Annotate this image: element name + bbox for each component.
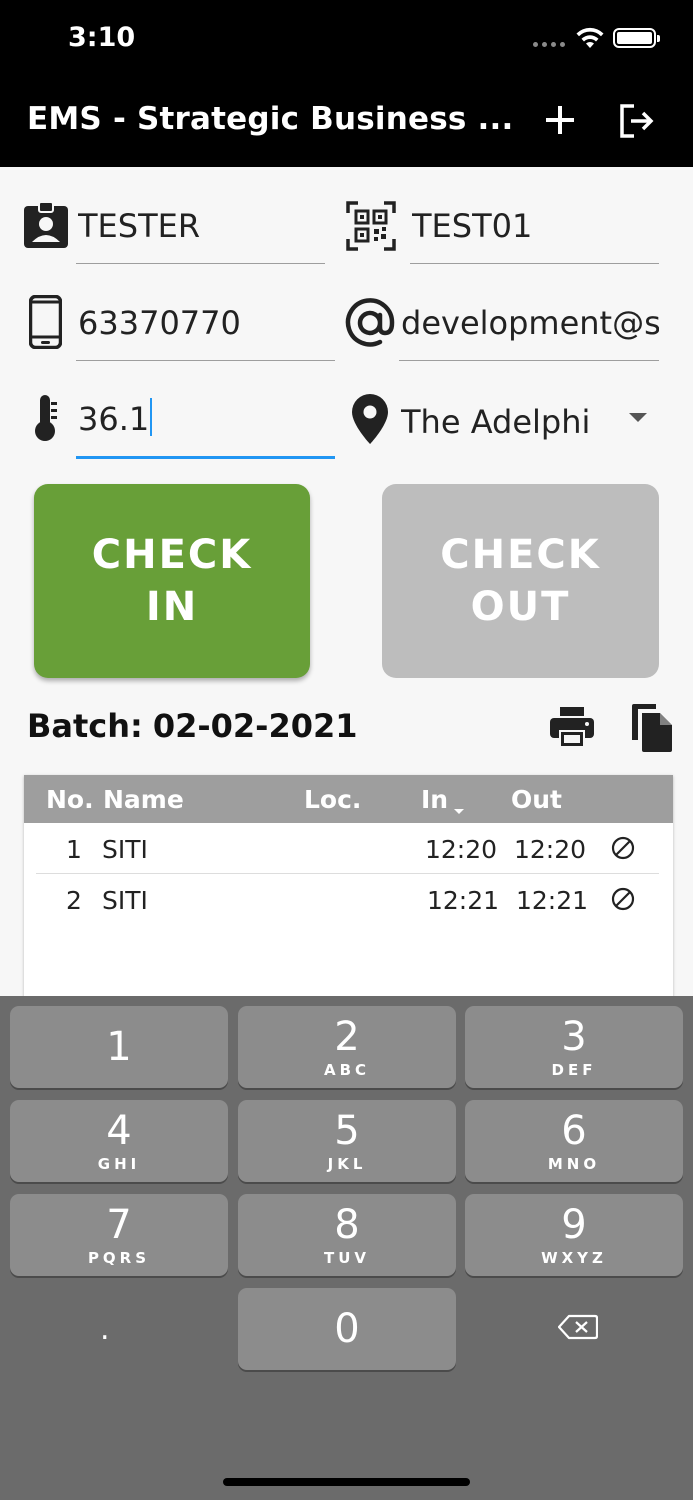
header-loc[interactable]: Loc.	[304, 785, 361, 814]
cellular-signal-icon	[533, 42, 565, 48]
sort-down-icon	[454, 809, 465, 814]
page-title: EMS - Strategic Business ...	[27, 101, 514, 137]
key-2[interactable]: 2 ABC	[238, 1006, 456, 1088]
key-6[interactable]: 6 MNO	[465, 1100, 683, 1182]
key-8[interactable]: 8 TUV	[238, 1194, 456, 1276]
chevron-down-icon[interactable]	[629, 413, 647, 422]
logout-icon[interactable]	[617, 101, 657, 141]
location-pin-icon	[352, 394, 388, 444]
copy-icon[interactable]	[630, 704, 672, 752]
header-no: No.	[46, 785, 94, 814]
home-indicator[interactable]	[223, 1478, 470, 1486]
name-field[interactable]: TESTER	[76, 204, 325, 264]
header-out[interactable]: Out	[511, 785, 562, 814]
key-1[interactable]: 1	[10, 1006, 228, 1088]
phone-field[interactable]: 63370770	[76, 301, 335, 361]
wifi-icon	[576, 27, 604, 48]
phone-icon	[29, 295, 62, 349]
header-name[interactable]: Name	[103, 785, 184, 814]
table-row[interactable]: 1 SITI 12:20 12:20	[24, 823, 673, 874]
location-dropdown[interactable]: The Adelphi	[399, 399, 659, 459]
status-time: 3:10	[68, 22, 136, 53]
screen: 3:10 EMS - Strategic Business ... TESTER	[0, 0, 693, 1500]
cancel-icon[interactable]	[611, 836, 635, 860]
id-field[interactable]: TEST01	[410, 204, 659, 264]
attendance-table: No. Name Loc. In Out 1 SITI 12:20 12:20 …	[24, 775, 673, 1000]
check-out-button[interactable]: CHECK OUT	[382, 484, 659, 678]
table-row[interactable]: 2 SITI 12:21 12:21	[24, 874, 673, 925]
header-in[interactable]: In	[421, 785, 465, 814]
temperature-value: 36.1	[78, 400, 150, 438]
key-7[interactable]: 7 PQRS	[10, 1194, 228, 1276]
email-field[interactable]: development@st	[399, 301, 659, 361]
key-9[interactable]: 9 WXYZ	[465, 1194, 683, 1276]
batch-label: Batch: 02-02-2021	[27, 707, 358, 745]
badge-icon	[24, 202, 68, 248]
thermometer-icon	[35, 395, 57, 441]
key-4[interactable]: 4 GHI	[10, 1100, 228, 1182]
print-icon[interactable]	[550, 707, 594, 747]
app-header: 3:10 EMS - Strategic Business ...	[0, 0, 693, 167]
table-header: No. Name Loc. In Out	[24, 775, 673, 823]
cancel-icon[interactable]	[611, 887, 635, 911]
battery-icon	[613, 28, 660, 48]
key-5[interactable]: 5 JKL	[238, 1100, 456, 1182]
key-decimal-point[interactable]: .	[100, 1312, 110, 1347]
check-in-button[interactable]: CHECK IN	[34, 484, 310, 678]
key-3[interactable]: 3 DEF	[465, 1006, 683, 1088]
temperature-input[interactable]: 36.1	[76, 398, 335, 459]
email-icon	[345, 298, 395, 347]
add-icon[interactable]	[543, 103, 577, 137]
backspace-icon[interactable]	[558, 1314, 598, 1340]
qr-code-icon[interactable]	[346, 201, 396, 251]
numeric-keypad: 1 2 ABC 3 DEF 4 GHI 5 JKL 6 MNO 7 PQRS 8…	[0, 996, 693, 1500]
batch-date: 02-02-2021	[152, 707, 358, 745]
text-cursor	[150, 398, 153, 436]
key-0[interactable]: 0	[238, 1288, 456, 1370]
